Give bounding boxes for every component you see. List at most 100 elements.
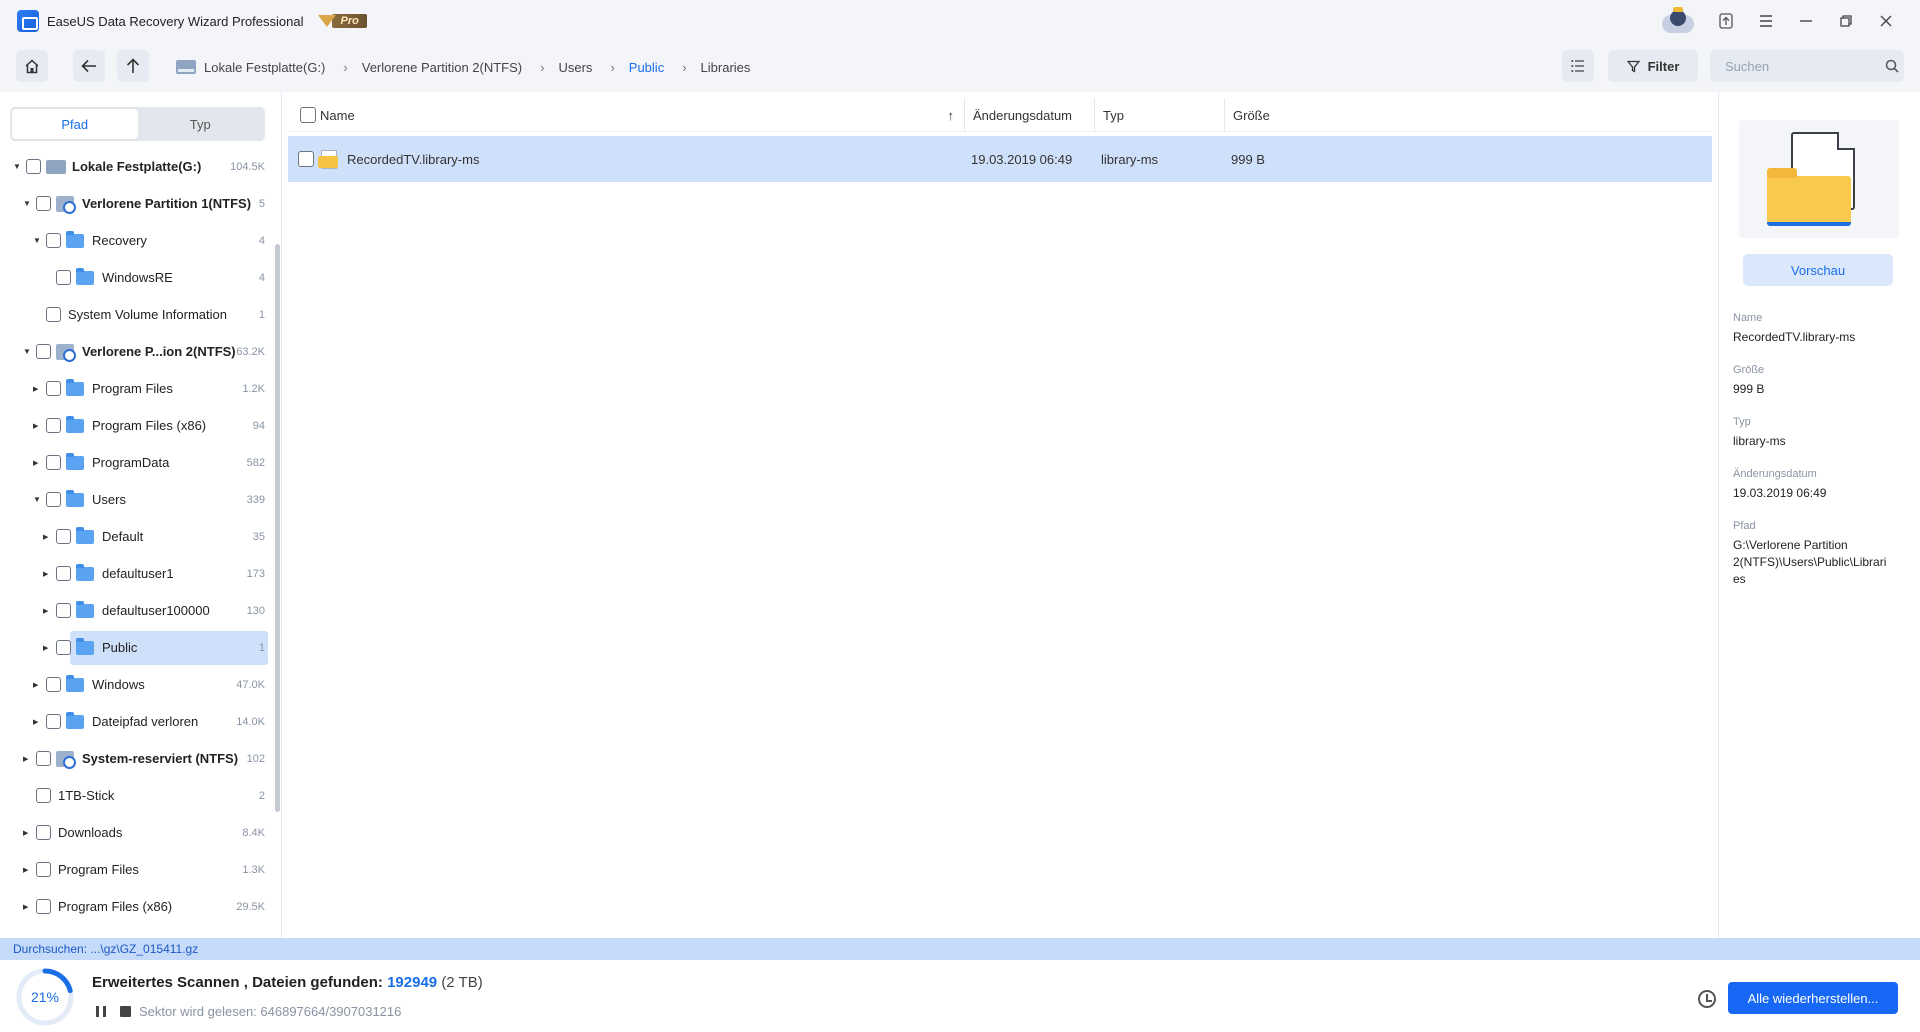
view-toggle-button[interactable] (1562, 50, 1594, 82)
tree-item-checkbox[interactable] (36, 344, 51, 359)
tree-item[interactable]: ▼ Verlorene Partition 1(NTFS) 5 (0, 185, 270, 222)
caret-down-icon[interactable]: ▼ (33, 495, 41, 504)
upload-icon[interactable] (1706, 0, 1746, 42)
tree-item-checkbox[interactable] (46, 714, 61, 729)
tree-item[interactable]: ▶ Program Files 1.3K (0, 851, 270, 888)
tree-item[interactable]: System Volume Information 1 (0, 296, 270, 333)
tree-item[interactable]: ▶ Public 1 (0, 629, 270, 666)
tree-item-checkbox[interactable] (36, 751, 51, 766)
tree-item[interactable]: ▶ ProgramData 582 (0, 444, 270, 481)
caret-down-icon[interactable]: ▼ (23, 347, 31, 356)
caret-right-icon[interactable]: ▶ (33, 422, 41, 430)
tab-path[interactable]: Pfad (12, 109, 138, 139)
breadcrumb-item[interactable]: Verlorene Partition 2(NTFS) › (362, 60, 559, 75)
caret-right-icon[interactable]: ▶ (23, 755, 31, 763)
tree-item[interactable]: WindowsRE 4 (0, 259, 270, 296)
sidebar: Pfad Typ ▼ Lokale Festplatte(G:) 104.5K ▼ Ve… (0, 92, 282, 938)
restore-icon[interactable] (1826, 0, 1866, 42)
tree-item[interactable]: ▼ Recovery 4 (0, 222, 270, 259)
recover-all-button[interactable]: Alle wiederherstellen... (1728, 982, 1898, 1014)
back-button[interactable] (73, 50, 105, 82)
tree-item[interactable]: ▼ Verlorene P...ion 2(NTFS) 63.2K (0, 333, 270, 370)
tree-item-count: 47.0K (236, 678, 265, 691)
tree-item-checkbox[interactable] (46, 492, 61, 507)
minimize-icon[interactable] (1786, 0, 1826, 42)
tree-item-checkbox[interactable] (56, 566, 71, 581)
tree-item-checkbox[interactable] (46, 677, 61, 692)
breadcrumb-item[interactable]: Users › (558, 60, 628, 75)
caret-right-icon[interactable]: ▶ (43, 570, 51, 578)
account-avatar-icon[interactable] (1658, 6, 1698, 36)
column-header-type[interactable]: Typ (1094, 98, 1224, 132)
sidebar-scrollbar[interactable] (275, 244, 280, 812)
history-icon[interactable] (1698, 990, 1716, 1008)
column-header-modified[interactable]: Änderungsdatum (964, 98, 1094, 132)
app-title: EaseUS Data Recovery Wizard Professional (47, 13, 304, 29)
search-box[interactable] (1710, 50, 1904, 82)
pause-icon[interactable] (96, 1006, 106, 1017)
tree-item-checkbox[interactable] (26, 159, 41, 174)
table-row[interactable]: RecordedTV.library-ms 19.03.2019 06:49 l… (288, 136, 1712, 182)
caret-right-icon[interactable]: ▶ (33, 385, 41, 393)
caret-down-icon[interactable]: ▼ (13, 162, 21, 171)
caret-right-icon[interactable]: ▶ (43, 644, 51, 652)
progress-percent: 21% (30, 989, 60, 1005)
tree-item[interactable]: ▶ Program Files (x86) 29.5K (0, 888, 270, 925)
tree-item[interactable]: ▶ System-reserviert (NTFS) 102 (0, 740, 270, 777)
tree-item-checkbox[interactable] (46, 381, 61, 396)
caret-right-icon[interactable]: ▶ (23, 829, 31, 837)
caret-down-icon[interactable]: ▼ (23, 199, 31, 208)
tree-item-checkbox[interactable] (46, 418, 61, 433)
caret-right-icon[interactable]: ▶ (43, 533, 51, 541)
tree-item[interactable]: ▼ Users 339 (0, 481, 270, 518)
tree-item-checkbox[interactable] (36, 862, 51, 877)
tree-item[interactable]: ▶ Windows 47.0K (0, 666, 270, 703)
caret-right-icon[interactable]: ▶ (33, 459, 41, 467)
tree-item-checkbox[interactable] (56, 640, 71, 655)
breadcrumb-item-active[interactable]: Public › (629, 60, 701, 75)
column-header-name[interactable]: Name ↑ (312, 98, 964, 132)
stop-icon[interactable] (120, 1006, 131, 1017)
tree-item-checkbox[interactable] (46, 233, 61, 248)
caret-right-icon[interactable]: ▶ (43, 607, 51, 615)
tree-item[interactable]: ▶ Dateipfad verloren 14.0K (0, 703, 270, 740)
tree-item-checkbox[interactable] (36, 196, 51, 211)
tree-item[interactable]: ▶ Program Files (x86) 94 (0, 407, 270, 444)
tree-item[interactable]: ▶ defaultuser1 173 (0, 555, 270, 592)
tree-item-checkbox[interactable] (46, 307, 61, 322)
home-button[interactable] (16, 50, 48, 82)
tab-type[interactable]: Typ (138, 109, 264, 139)
caret-right-icon[interactable]: ▶ (23, 866, 31, 874)
caret-down-icon[interactable]: ▼ (33, 236, 41, 245)
filter-button[interactable]: Filter (1608, 50, 1698, 82)
tree-item-checkbox[interactable] (36, 788, 51, 803)
tree-item-checkbox[interactable] (36, 825, 51, 840)
tree-item-checkbox[interactable] (56, 603, 71, 618)
menu-icon[interactable] (1746, 0, 1786, 42)
preview-button[interactable]: Vorschau (1743, 254, 1893, 286)
caret-right-icon[interactable]: ▶ (33, 718, 41, 726)
search-icon[interactable] (1885, 59, 1899, 73)
caret-right-icon[interactable]: ▶ (33, 681, 41, 689)
tree-item-label: Program Files (58, 862, 139, 877)
up-button[interactable] (117, 50, 149, 82)
tree-item-checkbox[interactable] (46, 455, 61, 470)
tree-item[interactable]: ▶ defaultuser100000 130 (0, 592, 270, 629)
tree-item[interactable]: 1TB-Stick 2 (0, 777, 270, 814)
detail-type: Typ library-ms (1733, 416, 1786, 448)
tree-item-checkbox[interactable] (36, 899, 51, 914)
search-input[interactable] (1725, 58, 1885, 74)
close-icon[interactable] (1866, 0, 1906, 42)
breadcrumb-item[interactable]: Libraries (701, 60, 751, 75)
column-header-size[interactable]: Größe (1224, 98, 1344, 132)
tree-item-checkbox[interactable] (56, 529, 71, 544)
folder-icon (76, 600, 94, 618)
tree-item[interactable]: ▶ Default 35 (0, 518, 270, 555)
tree-item-checkbox[interactable] (56, 270, 71, 285)
breadcrumb-item[interactable]: Lokale Festplatte(G:) › (204, 60, 362, 75)
tree-item[interactable]: ▶ Downloads 8.4K (0, 814, 270, 851)
row-checkbox[interactable] (298, 151, 314, 167)
tree-item[interactable]: ▶ Program Files 1.2K (0, 370, 270, 407)
tree-item[interactable]: ▼ Lokale Festplatte(G:) 104.5K (0, 148, 270, 185)
caret-right-icon[interactable]: ▶ (23, 903, 31, 911)
